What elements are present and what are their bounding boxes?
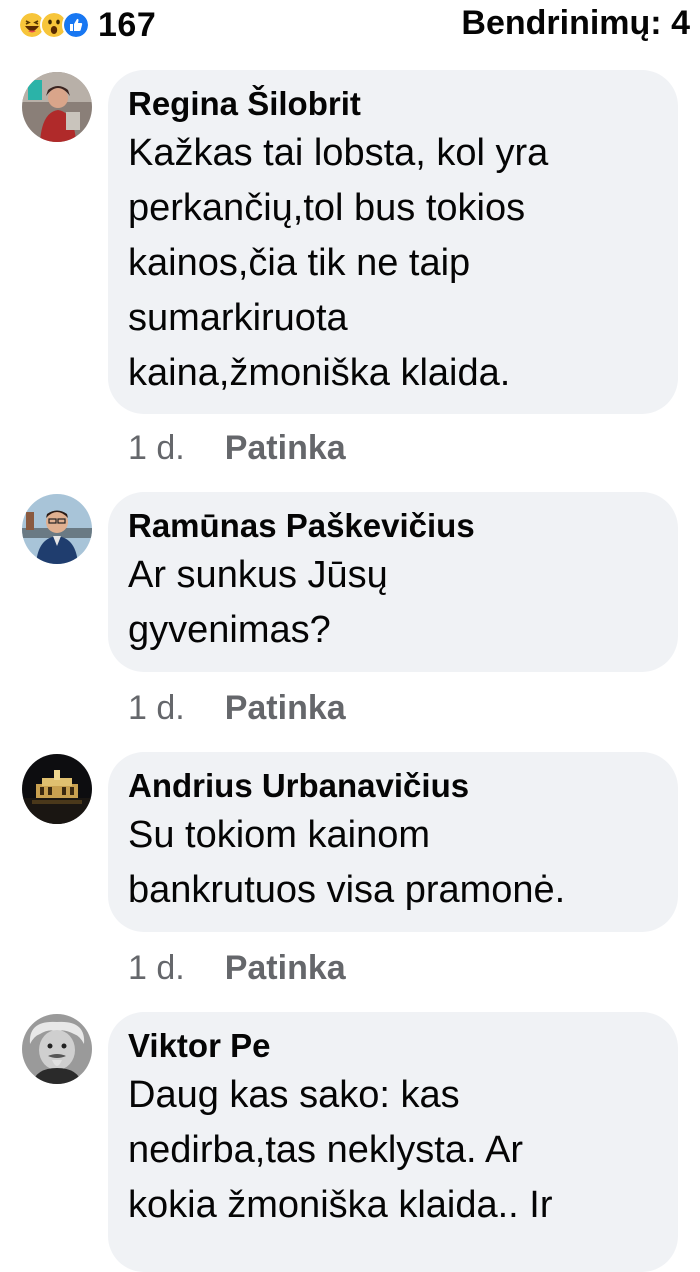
like-button[interactable]: Patinka [225,948,346,988]
comment-time[interactable]: 1 d. [128,428,185,468]
comment-text: Kažkas tai lobsta, kol yra perkančių,tol… [128,132,549,394]
comment-bubble[interactable]: Ramūnas Paškevičius Ar sunkus Jūsų gyven… [108,492,678,672]
comment-bubble[interactable]: Regina Šilobrit Kažkas tai lobsta, kol y… [108,70,678,414]
like-button[interactable]: Patinka [225,428,346,468]
comment-author[interactable]: Regina Šilobrit [128,82,650,126]
comment-bubble[interactable]: Viktor Pe Daug kas sako: kas nedirba,tas… [108,1012,678,1272]
shares-number: 4 [671,4,690,42]
reactions-count: 167 [98,6,157,44]
avatar[interactable] [22,72,92,142]
avatar[interactable] [22,754,92,824]
comment-text: Ar sunkus Jūsų gyvenimas? [128,554,388,651]
comment-text: Su tokiom kainom bankrutuos visa pramonė… [128,814,566,911]
comment-time[interactable]: 1 d. [128,948,185,988]
like-icon [62,11,90,39]
comment-meta: 1 d. Patinka [128,688,346,728]
comment-meta: 1 d. Patinka [128,948,346,988]
comment-meta: 1 d. Patinka [128,428,346,468]
comment-author[interactable]: Andrius Urbanavičius [128,764,650,808]
reactions-summary[interactable]: 167 [18,6,156,44]
comment-time[interactable]: 1 d. [128,688,185,728]
comment-text: Daug kas sako: kas nedirba,tas neklysta.… [128,1074,553,1226]
avatar[interactable] [22,1014,92,1084]
comment-author[interactable]: Ramūnas Paškevičius [128,504,650,548]
comment-bubble[interactable]: Andrius Urbanavičius Su tokiom kainom ba… [108,752,678,932]
shares-label: Bendrinimų: [461,4,662,42]
avatar[interactable] [22,494,92,564]
like-button[interactable]: Patinka [225,688,346,728]
comment-author[interactable]: Viktor Pe [128,1024,650,1068]
shares-count[interactable]: Bendrinimų: 4 [461,4,690,42]
reactions-bar: 167 Bendrinimų: 4 [0,0,700,56]
